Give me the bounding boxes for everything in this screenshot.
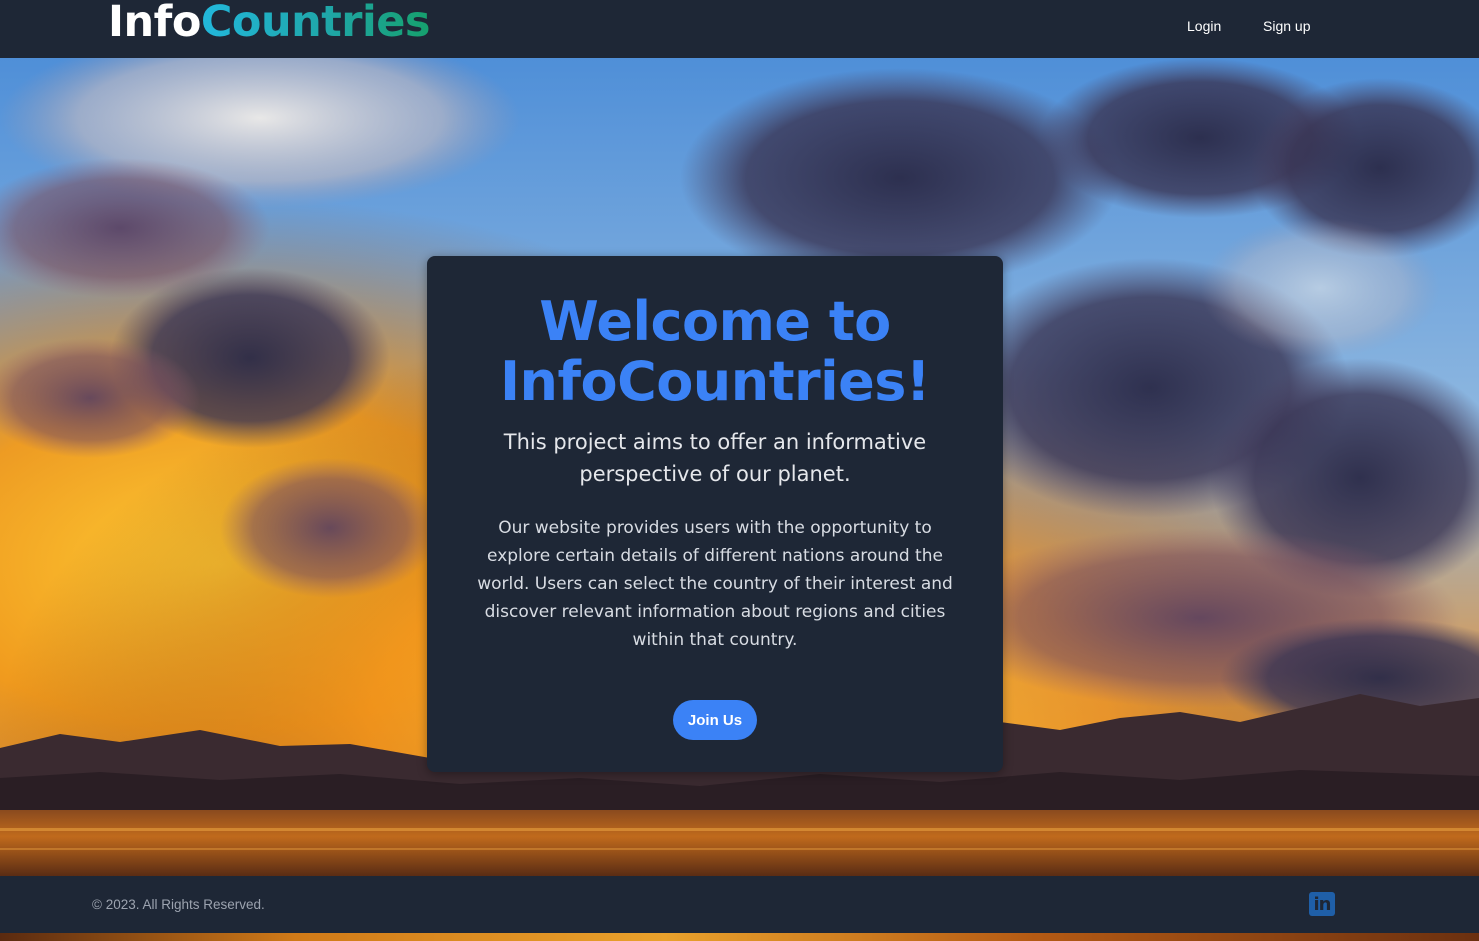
logo-text-info: Info <box>108 0 201 47</box>
logo-text-countries: Countries <box>201 0 431 47</box>
welcome-title: Welcome to InfoCountries! <box>499 290 931 413</box>
join-us-button[interactable]: Join Us <box>673 700 757 740</box>
linkedin-glyph: in <box>1313 894 1332 915</box>
site-logo[interactable]: InfoCountries <box>108 0 430 48</box>
navbar: InfoCountries Login Sign up <box>0 0 1479 58</box>
login-link[interactable]: Login <box>1187 17 1221 35</box>
linkedin-icon[interactable]: in <box>1309 892 1335 916</box>
footer: © 2023. All Rights Reserved. in <box>0 876 1479 933</box>
welcome-card: Welcome to InfoCountries! This project a… <box>427 256 1003 772</box>
welcome-subtitle: This project aims to offer an informativ… <box>503 430 927 486</box>
copyright-text: © 2023. All Rights Reserved. <box>92 897 265 912</box>
hero-section: Welcome to InfoCountries! This project a… <box>0 58 1479 876</box>
bottom-background-strip <box>0 933 1479 941</box>
signup-link[interactable]: Sign up <box>1263 17 1310 35</box>
welcome-description: Our website provides users with the oppo… <box>477 518 953 650</box>
